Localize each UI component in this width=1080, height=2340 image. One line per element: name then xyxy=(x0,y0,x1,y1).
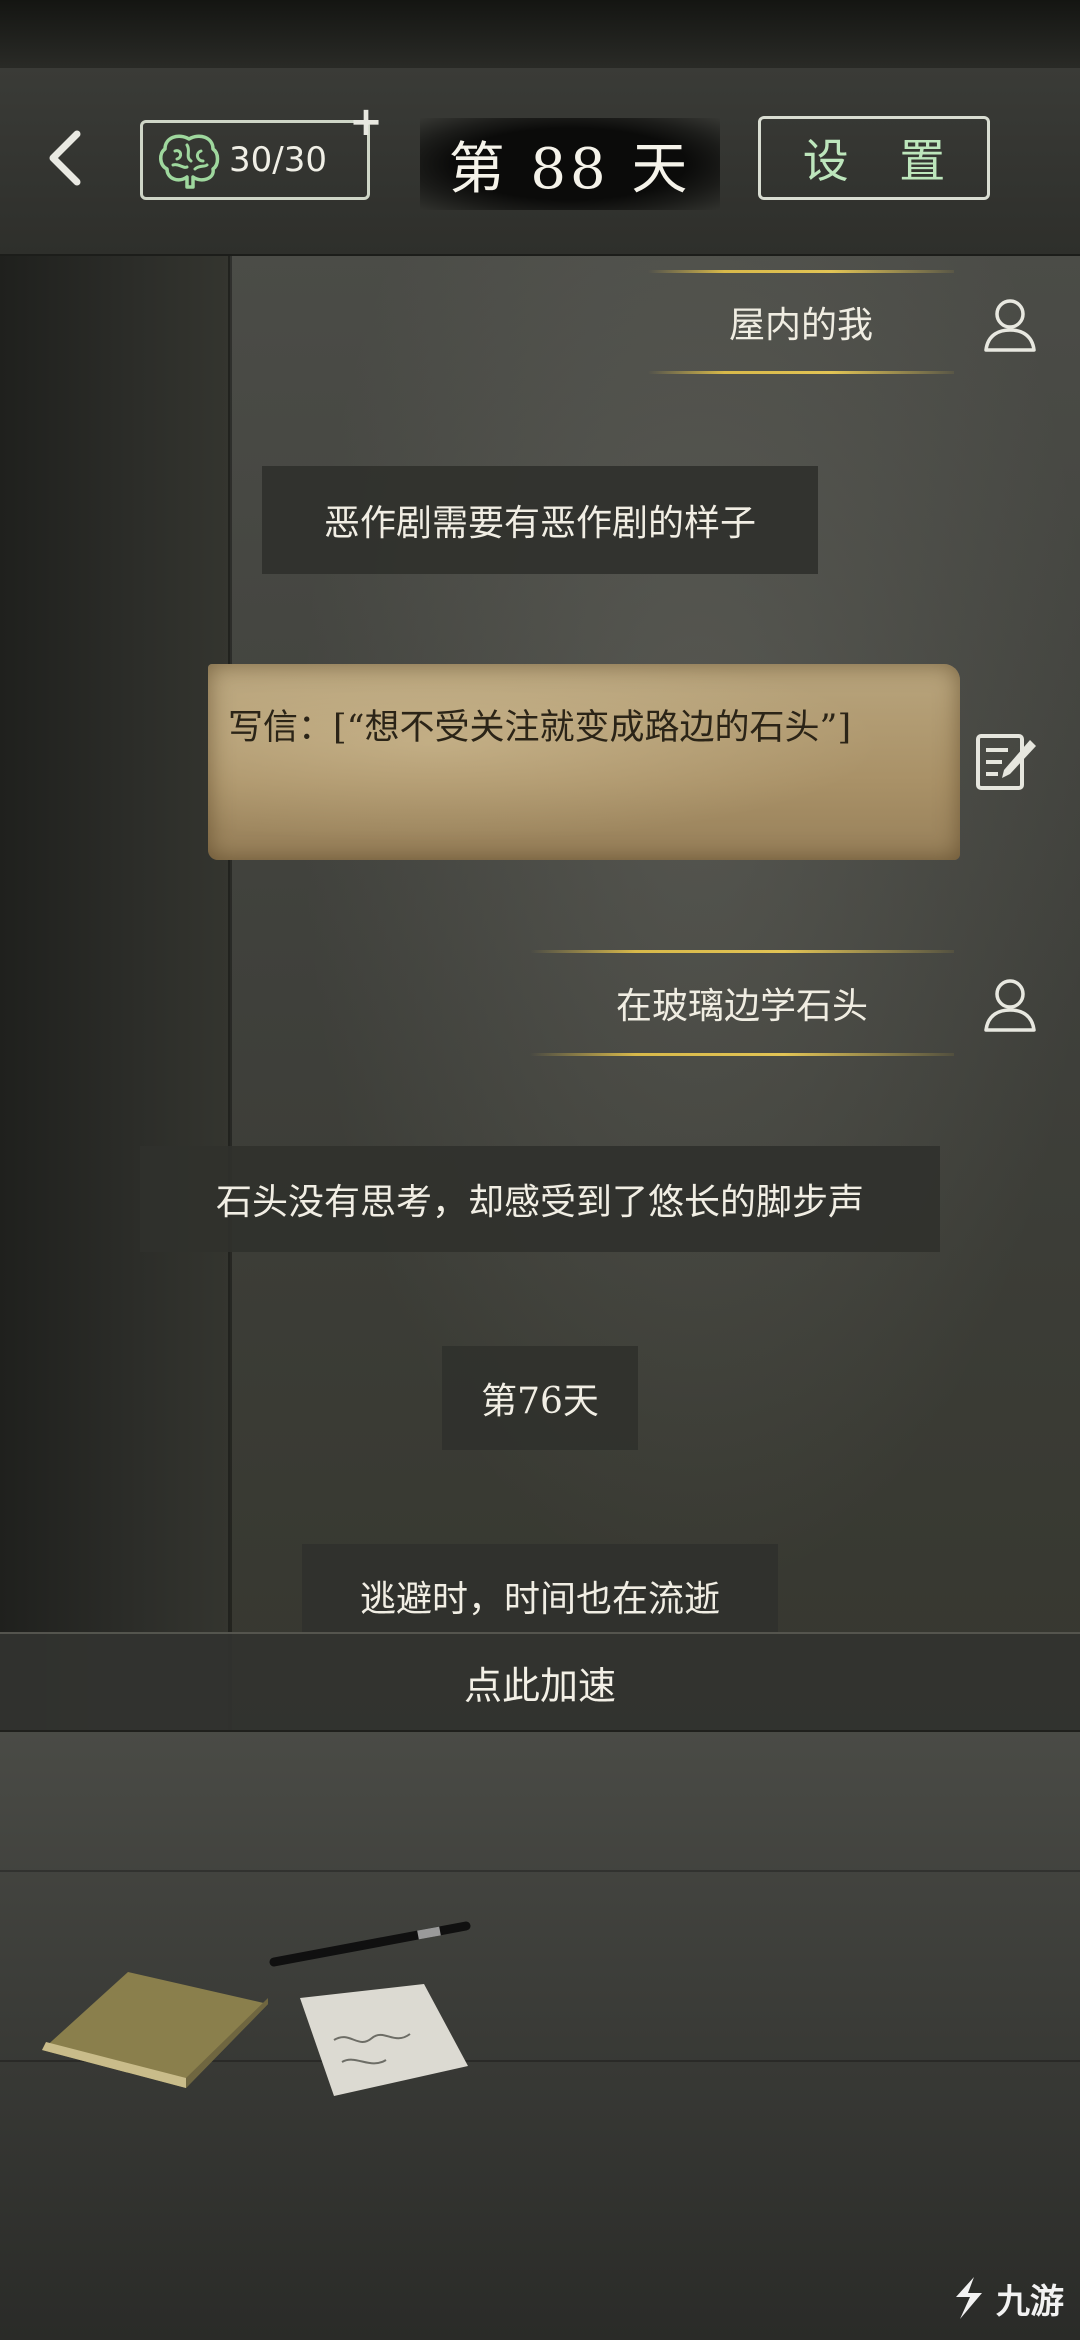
watermark: 九游 xyxy=(946,2268,1076,2328)
day-marker-text: 第76天 xyxy=(481,1381,599,1422)
left-wall xyxy=(0,250,230,1740)
narration-text: 逃避时，时间也在流逝 xyxy=(359,1579,720,1620)
narration-box: 恶作剧需要有恶作剧的样子 xyxy=(262,466,818,574)
gold-divider xyxy=(648,371,954,374)
watermark-text: 九游 xyxy=(996,2281,1064,2322)
narration-text: 恶作剧需要有恶作剧的样子 xyxy=(323,503,756,544)
narration-box: 逃避时，时间也在流逝 xyxy=(302,1544,778,1632)
player-action-text: 屋内的我 xyxy=(728,305,873,346)
edit-icon[interactable] xyxy=(970,726,1040,796)
brain-energy-counter: 30/30 xyxy=(140,120,370,200)
brain-icon xyxy=(159,134,220,189)
letter-card: 写信：[“想不受关注就变成路边的石头”] xyxy=(208,664,960,860)
settings-button[interactable]: 设 置 xyxy=(758,116,990,200)
narration-box: 石头没有思考，却感受到了悠长的脚步声 xyxy=(140,1146,940,1252)
top-shadow xyxy=(0,0,1080,70)
gold-divider xyxy=(530,1053,954,1056)
user-icon xyxy=(984,299,1036,352)
notebook-icon xyxy=(42,1972,268,2088)
gold-divider xyxy=(648,270,954,273)
paper-note-icon xyxy=(300,1984,468,2096)
wall-corner xyxy=(228,250,232,1740)
speed-up-button[interactable]: 点此加速 xyxy=(0,1632,1080,1732)
player-action-item: 在玻璃边学石头 xyxy=(530,950,954,1056)
back-button[interactable] xyxy=(30,118,100,198)
pen-icon xyxy=(269,1921,471,1967)
user-icon xyxy=(984,979,1036,1032)
brain-count: 30/30 xyxy=(229,140,327,180)
day-marker-box: 第76天 xyxy=(442,1346,638,1450)
day-counter: 第 88 天 xyxy=(420,118,720,210)
plus-icon[interactable]: + xyxy=(348,102,384,142)
player-action-text: 在玻璃边学石头 xyxy=(615,986,868,1027)
narration-text: 石头没有思考，却感受到了悠长的脚步声 xyxy=(215,1182,864,1223)
player-action-item: 屋内的我 xyxy=(648,270,954,374)
watermark-logo-icon xyxy=(956,2277,982,2319)
gold-divider xyxy=(530,950,954,953)
back-icon xyxy=(49,130,81,186)
